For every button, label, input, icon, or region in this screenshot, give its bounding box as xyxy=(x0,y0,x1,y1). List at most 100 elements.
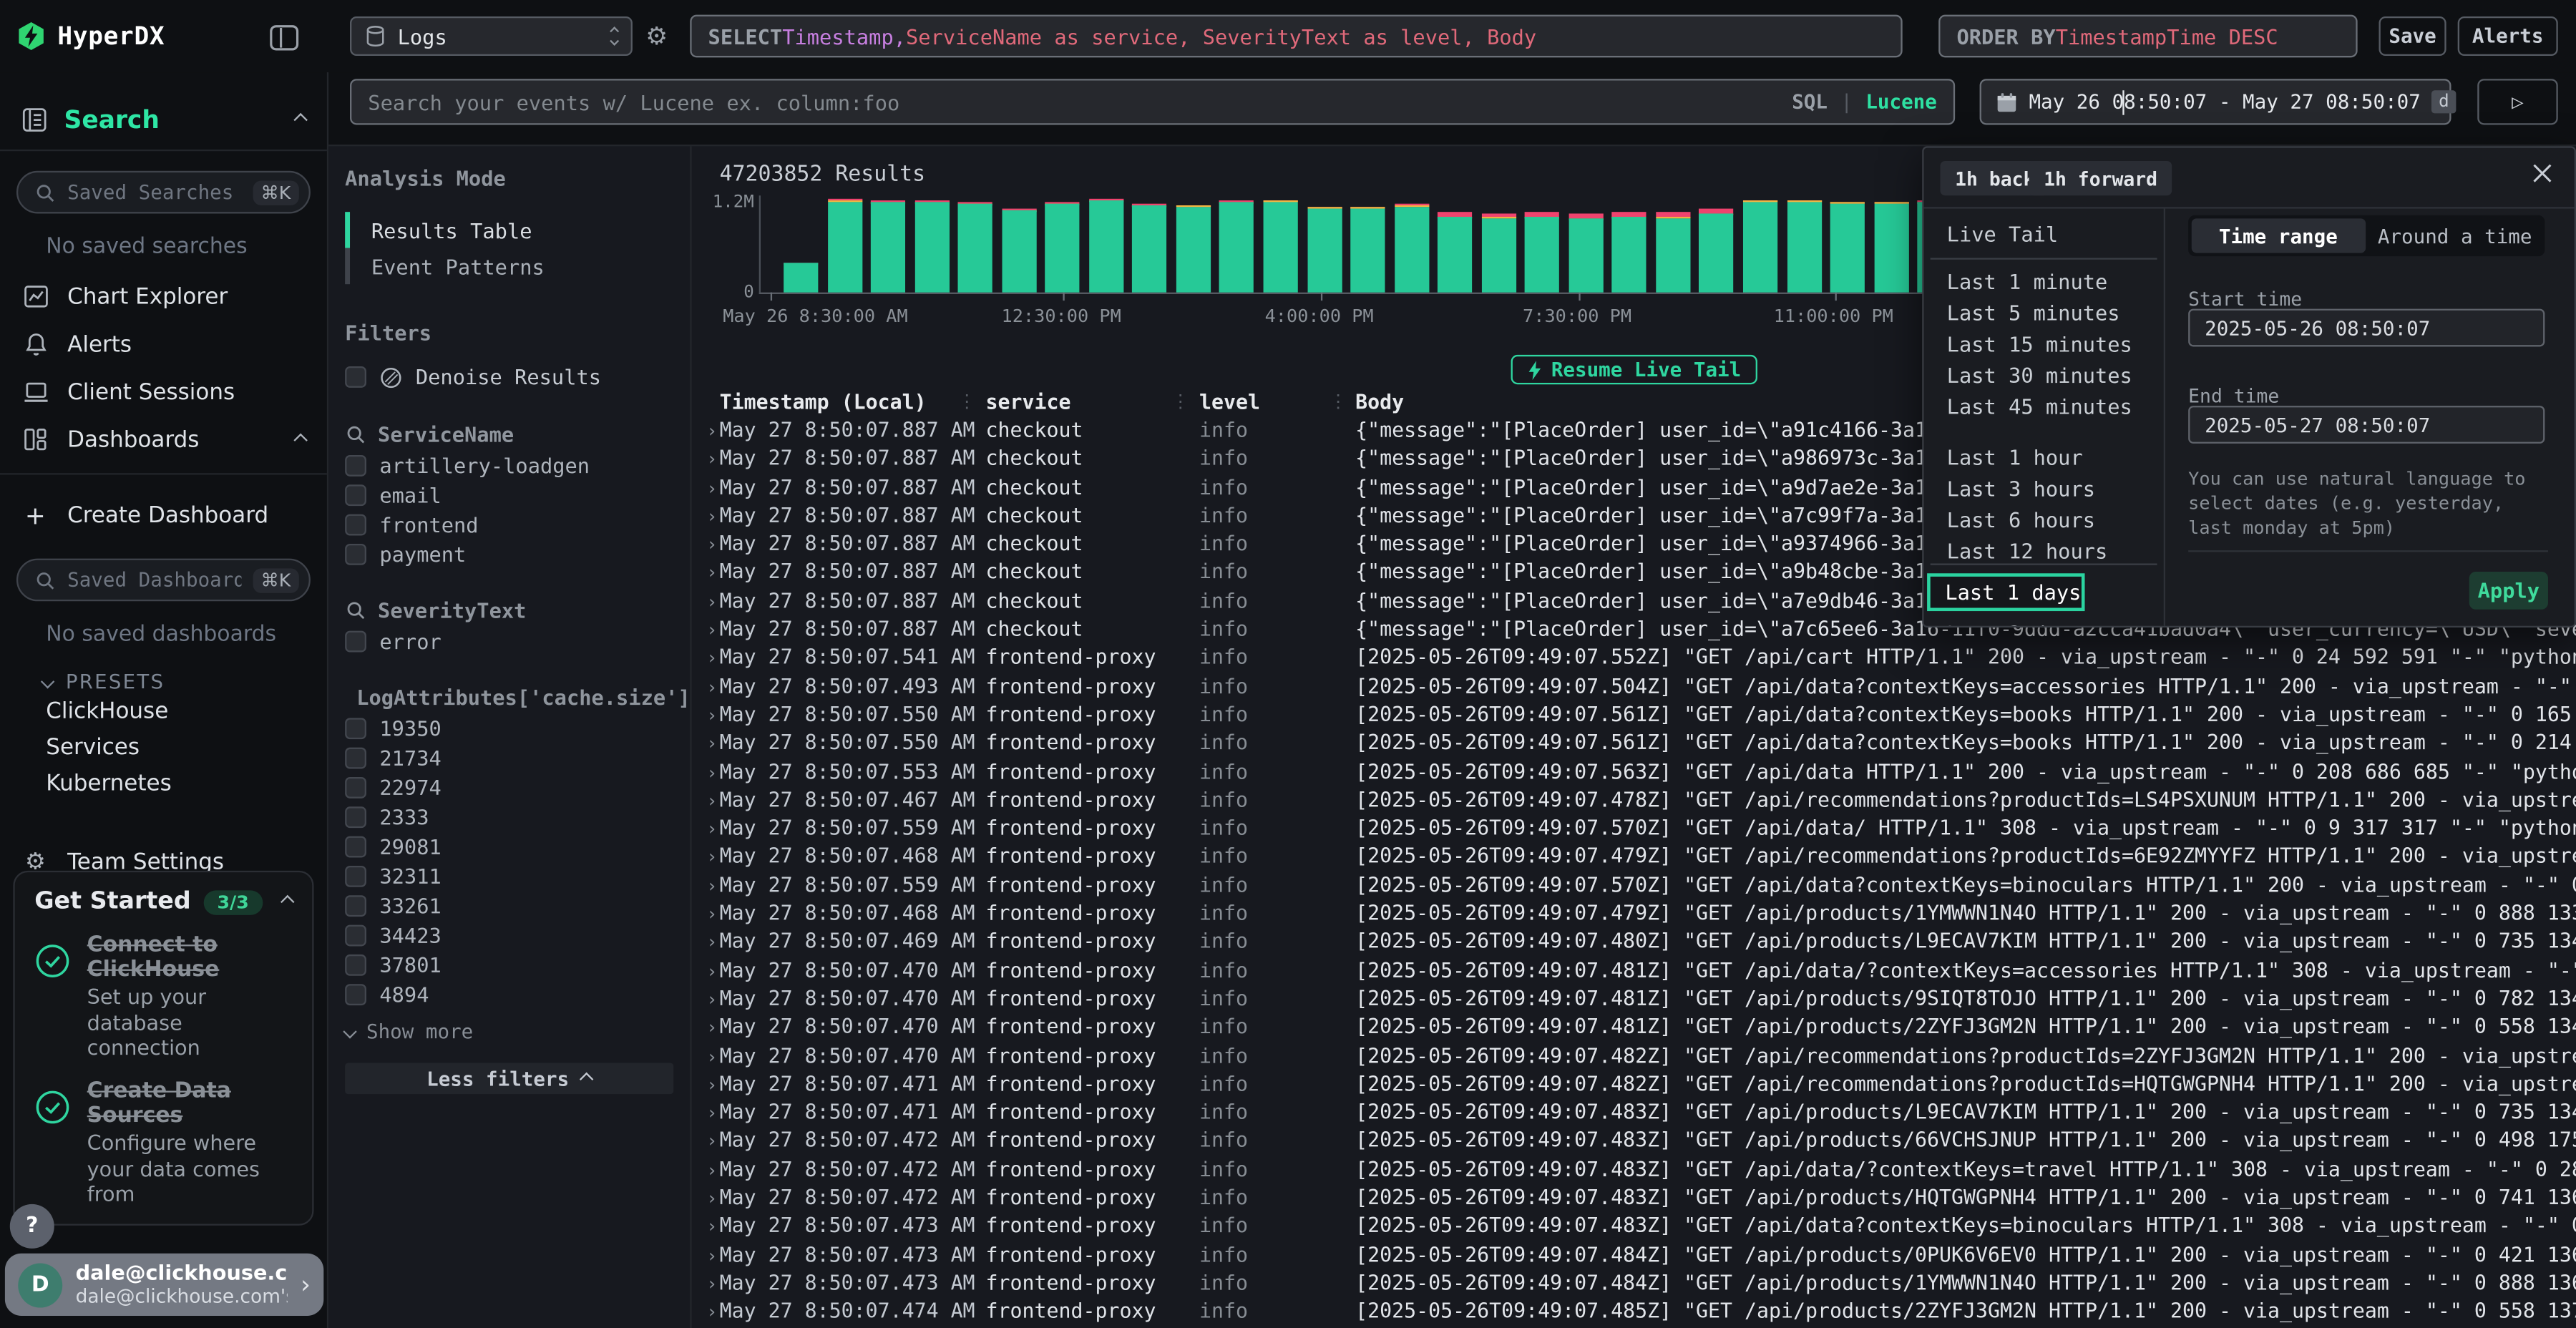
live-tail-option[interactable]: Live Tail xyxy=(1947,222,2059,246)
row-expand-chevron-icon[interactable]: › xyxy=(706,1298,719,1327)
histogram-bar[interactable] xyxy=(1307,195,1342,292)
histogram-bar[interactable] xyxy=(1394,195,1428,292)
row-expand-chevron-icon[interactable]: › xyxy=(706,673,719,702)
checkbox[interactable] xyxy=(345,544,366,565)
histogram-bar[interactable] xyxy=(1002,195,1036,292)
histogram-bar[interactable] xyxy=(1787,195,1821,292)
end-time-input[interactable] xyxy=(2188,406,2545,444)
row-expand-chevron-icon[interactable]: › xyxy=(706,560,719,588)
collapse-search-chevron-icon[interactable] xyxy=(293,113,307,127)
sidebar-item-chart-explorer[interactable]: Chart Explorer xyxy=(0,273,327,321)
column-separator-icon[interactable]: ⋮ xyxy=(1329,391,1347,412)
tab-time-range[interactable]: Time range xyxy=(2192,218,2365,253)
checkbox[interactable] xyxy=(345,366,366,388)
filter-value[interactable]: 22974 xyxy=(345,777,673,799)
row-expand-chevron-icon[interactable]: › xyxy=(706,985,719,1014)
row-expand-chevron-icon[interactable]: › xyxy=(706,616,719,645)
filter-value[interactable]: 33261 xyxy=(345,895,673,917)
collapse-get-started-chevron-icon[interactable] xyxy=(280,895,294,909)
row-expand-chevron-icon[interactable]: › xyxy=(706,844,719,872)
histogram-bar[interactable] xyxy=(1874,195,1908,292)
row-expand-chevron-icon[interactable]: › xyxy=(706,474,719,503)
histogram-bar[interactable] xyxy=(1699,195,1734,292)
table-row[interactable]: › May 27 8:50:07.470 AM frontend-proxy i… xyxy=(692,1014,2576,1043)
show-more-button[interactable]: Show more xyxy=(345,1020,673,1043)
sidebar-search-header[interactable]: Search xyxy=(0,95,327,145)
preset-dashboard-link[interactable]: Kubernetes xyxy=(0,766,327,802)
row-expand-chevron-icon[interactable]: › xyxy=(706,1270,719,1299)
filter-value[interactable]: 4894 xyxy=(345,984,673,1005)
source-settings-gear-icon[interactable]: ⚙ xyxy=(645,21,668,51)
sidebar-item-client-sessions[interactable]: Client Sessions xyxy=(0,368,327,416)
search-input[interactable] xyxy=(368,89,1782,114)
histogram-bar[interactable] xyxy=(1264,195,1298,292)
mode-event-patterns[interactable]: Event Patterns xyxy=(345,248,673,285)
saved-dashboards-input[interactable] xyxy=(67,568,241,591)
histogram-bar[interactable] xyxy=(1220,195,1254,292)
histogram-bar[interactable] xyxy=(827,195,862,292)
row-expand-chevron-icon[interactable]: › xyxy=(706,1184,719,1213)
table-row[interactable]: › May 27 8:50:07.471 AM frontend-proxy i… xyxy=(692,1099,2576,1128)
table-row[interactable]: › May 27 8:50:07.559 AM frontend-proxy i… xyxy=(692,815,2576,844)
histogram-bar[interactable] xyxy=(871,195,905,292)
row-expand-chevron-icon[interactable]: › xyxy=(706,900,719,929)
alerts-button[interactable]: Alerts xyxy=(2458,16,2558,56)
table-row[interactable]: › May 27 8:50:07.470 AM frontend-proxy i… xyxy=(692,1043,2576,1071)
checkbox[interactable] xyxy=(345,484,366,506)
row-expand-chevron-icon[interactable]: › xyxy=(706,929,719,957)
histogram-bar[interactable] xyxy=(1438,195,1472,292)
table-row[interactable]: › May 27 8:50:07.473 AM frontend-proxy i… xyxy=(692,1241,2576,1270)
table-row[interactable]: › May 27 8:50:07.541 AM frontend-proxy i… xyxy=(692,645,2576,673)
row-expand-chevron-icon[interactable]: › xyxy=(706,1071,719,1100)
col-service[interactable]: service xyxy=(986,391,1199,415)
apply-button[interactable]: Apply xyxy=(2469,572,2548,610)
range-option[interactable]: Last 12 hours xyxy=(1947,539,2108,563)
get-started-item[interactable]: Add Data Start sending logs, metrics, or… xyxy=(34,1225,292,1226)
resume-live-tail-button[interactable]: Resume Live Tail xyxy=(1510,355,1757,384)
date-range-input[interactable]: May 26 08:50:07 - May 27 08:50:07 d xyxy=(1980,79,2451,125)
histogram-bar[interactable] xyxy=(1481,195,1516,292)
checkbox[interactable] xyxy=(345,514,366,536)
histogram-bar[interactable] xyxy=(1743,195,1777,292)
row-expand-chevron-icon[interactable]: › xyxy=(706,872,719,901)
shift-1h-forward-button[interactable]: 1h forward xyxy=(2029,161,2172,195)
preset-dashboard-link[interactable]: ClickHouse xyxy=(0,693,327,730)
filter-value[interactable]: frontend xyxy=(345,514,673,536)
row-expand-chevron-icon[interactable]: › xyxy=(706,417,719,446)
table-row[interactable]: › May 27 8:50:07.550 AM frontend-proxy i… xyxy=(692,730,2576,758)
sql-select-editor[interactable]: SELECT Timestamp, ServiceName as service… xyxy=(690,15,1902,58)
close-icon[interactable] xyxy=(2532,162,2553,184)
saved-searches-input[interactable] xyxy=(67,181,241,204)
histogram-bar[interactable] xyxy=(1045,195,1080,292)
table-row[interactable]: › May 27 8:50:07.472 AM frontend-proxy i… xyxy=(692,1156,2576,1185)
row-expand-chevron-icon[interactable]: › xyxy=(706,645,719,673)
filter-value[interactable]: 19350 xyxy=(345,718,673,739)
table-row[interactable]: › May 27 8:50:07.559 AM frontend-proxy i… xyxy=(692,872,2576,901)
table-row[interactable]: › May 27 8:50:07.472 AM frontend-proxy i… xyxy=(692,1128,2576,1156)
sidebar-item-dashboards[interactable]: Dashboards xyxy=(0,416,327,464)
table-row[interactable]: › May 27 8:50:07.493 AM frontend-proxy i… xyxy=(692,673,2576,702)
help-button[interactable]: ? xyxy=(10,1204,54,1249)
user-menu[interactable]: D dale@clickhouse.com dale@clickhouse.co… xyxy=(5,1254,323,1316)
checkbox[interactable] xyxy=(345,718,366,739)
save-button[interactable]: Save xyxy=(2379,16,2446,56)
histogram-bar[interactable] xyxy=(1568,195,1603,292)
row-expand-chevron-icon[interactable]: › xyxy=(706,1014,719,1043)
histogram-bar[interactable] xyxy=(1612,195,1646,292)
filter-value[interactable]: 37801 xyxy=(345,954,673,976)
checkbox[interactable] xyxy=(345,631,366,653)
row-expand-chevron-icon[interactable]: › xyxy=(706,1156,719,1185)
run-query-button[interactable]: ▷ xyxy=(2477,79,2558,125)
search-icon[interactable] xyxy=(345,600,366,621)
row-expand-chevron-icon[interactable]: › xyxy=(706,1043,719,1071)
event-search-box[interactable]: SQL | Lucene xyxy=(350,79,1955,125)
range-option[interactable]: Last 6 hours xyxy=(1947,507,2095,532)
range-option-selected[interactable]: Last 1 days xyxy=(1927,573,2084,611)
histogram-bar[interactable] xyxy=(1525,195,1559,292)
histogram-bar[interactable] xyxy=(1830,195,1865,292)
histogram-bar[interactable] xyxy=(958,195,992,292)
checkbox[interactable] xyxy=(345,455,366,477)
table-row[interactable]: › May 27 8:50:07.467 AM frontend-proxy i… xyxy=(692,786,2576,815)
tab-around-a-time[interactable]: Around a time xyxy=(2368,218,2542,253)
order-by-editor[interactable]: ORDER BY TimestampTime DESC xyxy=(1938,15,2357,58)
